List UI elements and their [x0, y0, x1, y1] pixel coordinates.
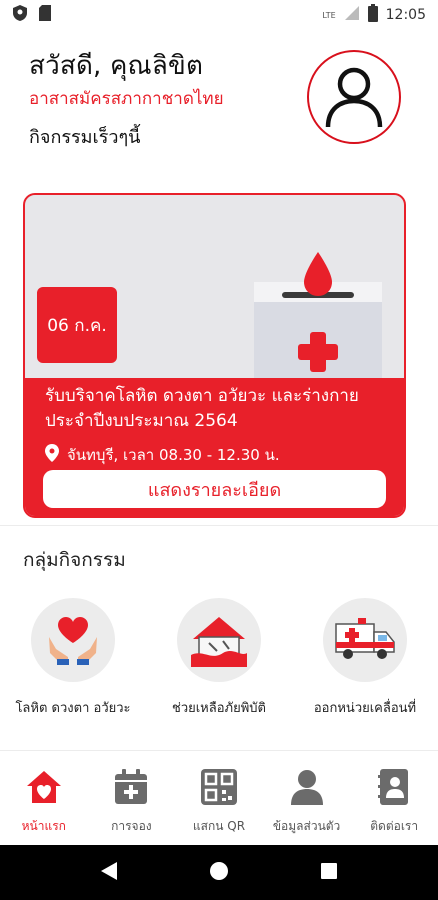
- nav-profile-label: ข้อมูลส่วนตัว: [272, 819, 341, 833]
- group-blood-organ[interactable]: โลหิต ดวงตา อวัยวะ: [8, 598, 138, 718]
- recent-activities-title: กิจกรรมเร็วๆนี้: [29, 127, 141, 148]
- divider: [0, 525, 438, 526]
- show-details-button[interactable]: แสดงรายละเอียด: [43, 470, 386, 508]
- nav-home-label: หน้าแรก: [21, 819, 66, 833]
- event-card-body: รับบริจาคโลหิต ดวงตา อวัยวะ และร่างกาย ป…: [25, 378, 404, 516]
- greeting-text: สวัสดี, คุณลิขิต: [29, 51, 204, 81]
- home-heart-icon: [25, 769, 63, 809]
- network-lte-label: LTE: [322, 10, 336, 20]
- person-icon: [290, 769, 324, 809]
- event-location-text: จันทบุรี, เวลา 08.30 - 12.30 น.: [67, 446, 280, 464]
- activity-groups-title: กลุ่มกิจกรรม: [23, 549, 126, 571]
- location-pin-icon: [45, 444, 59, 466]
- calendar-add-icon: [114, 769, 148, 809]
- nav-scan-qr-label: แสกน QR: [192, 819, 246, 833]
- status-time: 12:05: [385, 7, 426, 23]
- avatar[interactable]: [307, 50, 401, 144]
- group-mobile-unit[interactable]: ออกหน่วยเคลื่อนที่: [300, 598, 430, 718]
- blood-donation-box-icon: [254, 250, 384, 384]
- event-title: รับบริจาคโลหิต ดวงตา อวัยวะ และร่างกาย ป…: [45, 386, 359, 431]
- status-bar: LTE 12:05: [0, 0, 438, 30]
- back-icon[interactable]: [100, 861, 118, 885]
- event-date-badge: 06 ก.ค.: [37, 287, 117, 363]
- group-label: ออกหน่วยเคลื่อนที่: [313, 701, 417, 716]
- event-location: จันทบุรี, เวลา 08.30 - 12.30 น.: [45, 443, 280, 467]
- ambulance-icon: [323, 598, 407, 682]
- group-label: ช่วยเหลือภัยพิบัติ: [172, 701, 266, 716]
- contact-book-icon: [378, 769, 410, 809]
- system-navigation-bar: [0, 845, 438, 900]
- nav-booking[interactable]: การจอง: [88, 751, 176, 845]
- battery-icon: [367, 4, 378, 26]
- event-card[interactable]: 06 ก.ค. รับบริจาคโลหิต ดวงตา อวัยวะ และร…: [23, 193, 406, 518]
- sim-card-icon: [38, 4, 52, 26]
- nav-home[interactable]: หน้าแรก: [0, 751, 88, 845]
- qr-code-icon: [200, 769, 237, 809]
- shield-icon: [12, 4, 28, 26]
- disaster-house-icon: [177, 598, 261, 682]
- group-disaster-relief[interactable]: ช่วยเหลือภัยพิบัติ: [154, 598, 284, 718]
- organization-label: อาสาสมัครสภากาชาดไทย: [29, 89, 224, 109]
- nav-contact[interactable]: ติดต่อเรา: [350, 751, 438, 845]
- heart-hands-icon: [31, 598, 115, 682]
- recents-square-icon[interactable]: [320, 862, 338, 884]
- nav-scan-qr[interactable]: แสกน QR: [175, 751, 263, 845]
- signal-icon: [344, 5, 360, 25]
- nav-booking-label: การจอง: [111, 819, 152, 833]
- group-label: โลหิต ดวงตา อวัยวะ: [15, 701, 131, 716]
- home-circle-icon[interactable]: [209, 861, 229, 885]
- nav-profile[interactable]: ข้อมูลส่วนตัว: [263, 751, 351, 845]
- person-avatar-icon: [325, 67, 383, 128]
- nav-contact-label: ติดต่อเรา: [370, 819, 419, 833]
- bottom-navigation: หน้าแรก การจอง แสกน QR ข้อมูลส่วนตัว ติด…: [0, 750, 438, 845]
